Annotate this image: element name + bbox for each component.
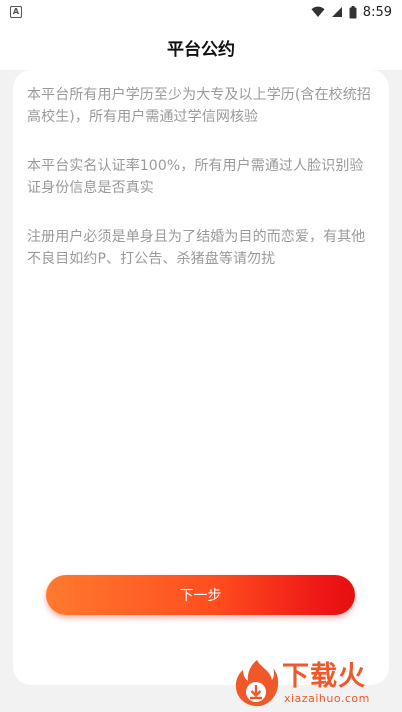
status-bar-left: A (10, 6, 22, 18)
agreement-paragraph-intent: 注册用户必须是单身且为了结婚为目的而恋爱，有其他不良目如约P、打公告、杀猪盘等请… (27, 229, 366, 267)
agreement-paragraph-verification: 本平台实名认证率100%，所有用户需通过人脸识别验证身份信息是否真实 (27, 158, 364, 196)
next-step-button[interactable]: 下一步 (46, 575, 355, 615)
next-step-button-label: 下一步 (179, 588, 222, 604)
agreement-paragraph-education: 本平台所有用户学历至少为大专及以上学历(含在校统招高校生)，所有用户需通过学信网… (27, 87, 371, 125)
flame-logo-icon (235, 660, 279, 707)
watermark: 下载火 xiazaihuo.com (234, 657, 394, 709)
signal-icon (331, 7, 342, 17)
app-notification-icon: A (10, 6, 22, 18)
status-bar: A 8:59 (0, 0, 402, 24)
app-bar: 平台公约 (0, 24, 402, 70)
wifi-icon (311, 6, 325, 17)
battery-icon (349, 5, 357, 18)
watermark-text: 下载火 xiazaihuo.com (282, 660, 370, 705)
watermark-url: xiazaihuo.com (284, 691, 370, 705)
status-bar-right: 8:59 (311, 5, 392, 20)
status-time: 8:59 (362, 4, 392, 20)
page-title: 平台公约 (167, 39, 235, 60)
watermark-brand: 下载火 (282, 660, 366, 692)
